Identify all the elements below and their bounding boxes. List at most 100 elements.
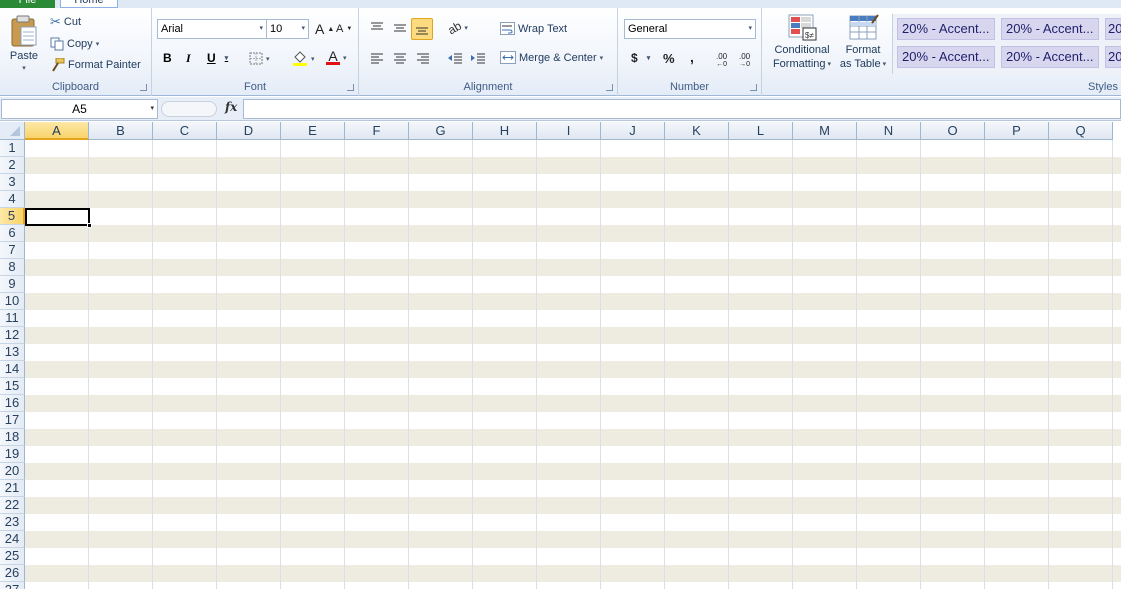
- decrease-indent-button[interactable]: [447, 52, 463, 64]
- comma-style-button[interactable]: ,: [690, 49, 694, 65]
- cell[interactable]: [409, 191, 473, 208]
- copy-button[interactable]: Copy ▾: [50, 37, 99, 51]
- cell[interactable]: [601, 361, 665, 378]
- cell[interactable]: [921, 327, 985, 344]
- cell[interactable]: [89, 276, 153, 293]
- cell[interactable]: [217, 531, 281, 548]
- cell[interactable]: [537, 276, 601, 293]
- cell[interactable]: [217, 582, 281, 589]
- cell[interactable]: [601, 582, 665, 589]
- bold-button[interactable]: B: [163, 51, 172, 65]
- cell[interactable]: [921, 463, 985, 480]
- cell[interactable]: [473, 480, 537, 497]
- cell[interactable]: [921, 344, 985, 361]
- cell[interactable]: [665, 191, 729, 208]
- cell[interactable]: [921, 310, 985, 327]
- cell[interactable]: [729, 276, 793, 293]
- cell[interactable]: [793, 463, 857, 480]
- cell[interactable]: [793, 157, 857, 174]
- cell[interactable]: [473, 378, 537, 395]
- cell[interactable]: [409, 480, 473, 497]
- cell[interactable]: [985, 242, 1049, 259]
- cell[interactable]: [25, 327, 89, 344]
- cell[interactable]: [473, 395, 537, 412]
- cell[interactable]: [601, 208, 665, 225]
- cell[interactable]: [281, 395, 345, 412]
- cell[interactable]: [345, 310, 409, 327]
- cell[interactable]: [921, 259, 985, 276]
- cell[interactable]: [537, 344, 601, 361]
- cell[interactable]: [665, 412, 729, 429]
- cell[interactable]: [1049, 225, 1113, 242]
- cell[interactable]: [601, 327, 665, 344]
- cell[interactable]: [665, 208, 729, 225]
- column-header[interactable]: J: [601, 122, 665, 140]
- align-right-button[interactable]: [416, 52, 430, 64]
- cell[interactable]: [153, 242, 217, 259]
- cell[interactable]: [985, 225, 1049, 242]
- cell[interactable]: [153, 191, 217, 208]
- orientation-button[interactable]: ab ▾: [445, 19, 467, 38]
- cell[interactable]: [985, 548, 1049, 565]
- cell[interactable]: [921, 446, 985, 463]
- cell[interactable]: [217, 208, 281, 225]
- cell[interactable]: [153, 497, 217, 514]
- cell[interactable]: [601, 565, 665, 582]
- cell[interactable]: [473, 565, 537, 582]
- cell[interactable]: [537, 514, 601, 531]
- cell[interactable]: [1049, 208, 1113, 225]
- cell[interactable]: [345, 531, 409, 548]
- cell[interactable]: [921, 378, 985, 395]
- cell[interactable]: [921, 157, 985, 174]
- cell[interactable]: [89, 412, 153, 429]
- cell[interactable]: [921, 208, 985, 225]
- cell[interactable]: [537, 429, 601, 446]
- cell[interactable]: [793, 242, 857, 259]
- cell[interactable]: [25, 208, 89, 225]
- cell[interactable]: [985, 446, 1049, 463]
- cell[interactable]: [729, 225, 793, 242]
- font-size-box[interactable]: 10 ▾: [266, 19, 309, 39]
- cell[interactable]: [921, 395, 985, 412]
- cell[interactable]: [89, 378, 153, 395]
- row-header[interactable]: 26: [0, 565, 25, 582]
- cell[interactable]: [409, 531, 473, 548]
- cell[interactable]: [665, 582, 729, 589]
- percent-button[interactable]: %: [663, 51, 675, 66]
- cell[interactable]: [153, 378, 217, 395]
- cell[interactable]: [89, 361, 153, 378]
- cell[interactable]: [537, 480, 601, 497]
- cell[interactable]: [153, 157, 217, 174]
- cell[interactable]: [1049, 140, 1113, 157]
- cell[interactable]: [665, 276, 729, 293]
- cell[interactable]: [89, 242, 153, 259]
- cell[interactable]: [25, 497, 89, 514]
- cell[interactable]: [985, 429, 1049, 446]
- cell[interactable]: [473, 259, 537, 276]
- cell[interactable]: [665, 225, 729, 242]
- cell[interactable]: [537, 242, 601, 259]
- cell[interactable]: [857, 208, 921, 225]
- cell[interactable]: [729, 463, 793, 480]
- cell[interactable]: [217, 293, 281, 310]
- fill-color-button[interactable]: ▾: [292, 51, 315, 66]
- cell[interactable]: [473, 582, 537, 589]
- cell[interactable]: [729, 293, 793, 310]
- cell[interactable]: [537, 378, 601, 395]
- cell[interactable]: [1049, 463, 1113, 480]
- cell[interactable]: [217, 140, 281, 157]
- cell[interactable]: [857, 259, 921, 276]
- cell[interactable]: [921, 429, 985, 446]
- cell[interactable]: [281, 582, 345, 589]
- cell[interactable]: [217, 378, 281, 395]
- column-header[interactable]: B: [89, 122, 153, 140]
- column-header[interactable]: F: [345, 122, 409, 140]
- cell[interactable]: [217, 548, 281, 565]
- cell[interactable]: [473, 497, 537, 514]
- cell[interactable]: [537, 412, 601, 429]
- cell[interactable]: [537, 395, 601, 412]
- cell[interactable]: [985, 565, 1049, 582]
- cell[interactable]: [217, 412, 281, 429]
- dialog-launcher-icon[interactable]: [606, 84, 613, 91]
- cell[interactable]: [537, 310, 601, 327]
